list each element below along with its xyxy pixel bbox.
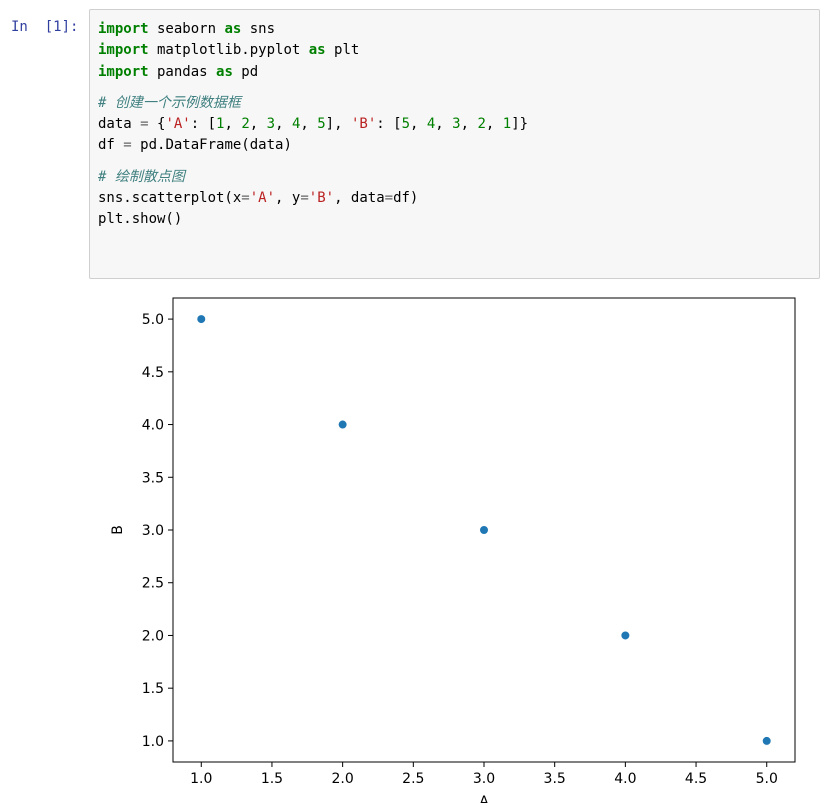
y-tick-label: 3.0 <box>142 523 164 539</box>
code-token: as <box>308 42 326 59</box>
scatter-point <box>479 525 489 535</box>
code-token: # 绘制散点图 <box>98 168 185 185</box>
code-token: df) <box>393 190 419 207</box>
code-token: 3 <box>266 116 276 133</box>
code-token: sns.scatterplot(x <box>98 190 242 207</box>
code-token: : [ <box>190 116 217 133</box>
code-token: 'B' <box>308 190 335 207</box>
code-token: data <box>98 116 141 133</box>
y-tick-label: 5.0 <box>142 312 164 328</box>
y-tick-label: 4.0 <box>142 418 164 434</box>
code-token: matplotlib.pyplot <box>148 42 309 59</box>
code-token: , <box>224 116 242 133</box>
code-token: 'A' <box>249 190 276 207</box>
code-token: = <box>241 190 250 207</box>
code-token: import <box>98 21 149 37</box>
code-token: = <box>140 116 149 133</box>
code-token: sns <box>241 21 276 37</box>
code-line: # 绘制散点图 <box>98 167 528 188</box>
input-prompt: In [1]: <box>11 19 79 35</box>
code-token: as <box>224 21 242 37</box>
code-token: pd <box>232 63 259 80</box>
x-tick-label: 3.5 <box>544 771 566 787</box>
code-line: import pandas as pd <box>98 62 528 83</box>
code-token: , <box>275 116 292 133</box>
code-line: import matplotlib.pyplot as plt <box>98 40 528 61</box>
code-token: , <box>300 116 318 133</box>
x-tick-label: 2.0 <box>332 771 354 787</box>
code-token: = <box>123 137 132 154</box>
code-token: pandas <box>148 63 217 80</box>
x-tick-label: 1.0 <box>190 771 212 787</box>
code-token: # 创建一个示例数据框 <box>98 94 241 111</box>
y-tick-label: 1.0 <box>142 734 164 750</box>
code-token: 'A' <box>165 116 191 133</box>
code-token: , <box>410 116 427 133</box>
x-tick-label: 3.0 <box>473 771 495 787</box>
code-line: df = pd.DataFrame(data) <box>98 135 528 156</box>
scatter-chart: 1.0 1.5 2.0 2.5 3.0 3.5 4.0 4.5 5.0 1.0 1.5 2.0 2.5 3… <box>110 297 796 807</box>
code-token: 'B' <box>350 116 377 133</box>
code-token: { <box>148 116 166 133</box>
code-token: , <box>435 116 453 133</box>
code-token: ], <box>325 116 351 133</box>
code-token: , <box>485 116 503 133</box>
code-token: = <box>300 190 309 207</box>
cell-output: 1.0 1.5 2.0 2.5 3.0 3.5 4.0 4.5 5.0 1.0 1.5 2.0 2.5 3… <box>89 285 821 807</box>
y-tick-label: 2.0 <box>142 628 164 644</box>
code-token: seaborn <box>148 21 225 37</box>
code-line: # 创建一个示例数据框 <box>98 93 528 114</box>
code-token: plt.show() <box>98 211 183 228</box>
code-content[interactable]: import seaborn as sns import matplotlib.p… <box>98 19 528 231</box>
notebook-cell: In [1]: import seaborn as sns import matp… <box>0 0 821 807</box>
y-tick-label: 4.5 <box>142 365 164 381</box>
y-tick-label: 2.5 <box>142 576 164 592</box>
code-token: , data <box>334 190 385 207</box>
y-axis-label: B <box>110 525 126 535</box>
code-line: plt.show() <box>98 209 528 230</box>
code-token: , <box>249 116 267 133</box>
x-axis-label: A <box>479 794 489 803</box>
scatter-point <box>196 314 206 324</box>
y-tick-label: 3.5 <box>142 470 164 486</box>
x-tick-label: 4.5 <box>685 771 707 787</box>
code-token: 5 <box>401 116 410 133</box>
code-token: , <box>460 116 478 133</box>
code-token: pd.DataFrame(data) <box>131 137 292 154</box>
x-tick-label: 4.0 <box>614 771 636 787</box>
code-editor[interactable]: import seaborn as sns import matplotlib.p… <box>89 9 820 279</box>
scatter-point <box>620 630 630 641</box>
x-tick-label: 2.5 <box>402 771 424 787</box>
code-token: ]} <box>511 116 529 133</box>
code-token: df <box>98 137 124 154</box>
code-line: sns.scatterplot(x='A', y='B', data=df) <box>98 188 528 209</box>
code-token: 1 <box>502 116 512 133</box>
code-line: import seaborn as sns <box>98 19 528 40</box>
x-tick-label: 1.5 <box>261 771 283 787</box>
code-token: import <box>98 63 149 80</box>
code-token: as <box>216 63 233 80</box>
code-token: = <box>384 190 394 207</box>
scatter-point <box>338 419 348 430</box>
scatter-point <box>762 736 772 746</box>
code-token: : [ <box>376 116 402 133</box>
code-token: plt <box>325 42 360 59</box>
code-token: , y <box>275 190 301 207</box>
code-token: 3 <box>452 116 461 133</box>
code-line: data = {'A': [1, 2, 3, 4, 5], 'B': [5, 4… <box>98 114 528 135</box>
code-token: import <box>98 42 149 59</box>
y-tick-label: 1.5 <box>142 681 164 697</box>
code-token: 5 <box>317 116 326 133</box>
x-tick-label: 5.0 <box>756 771 778 787</box>
code-token: 2 <box>241 116 250 133</box>
code-token: 2 <box>477 116 486 133</box>
